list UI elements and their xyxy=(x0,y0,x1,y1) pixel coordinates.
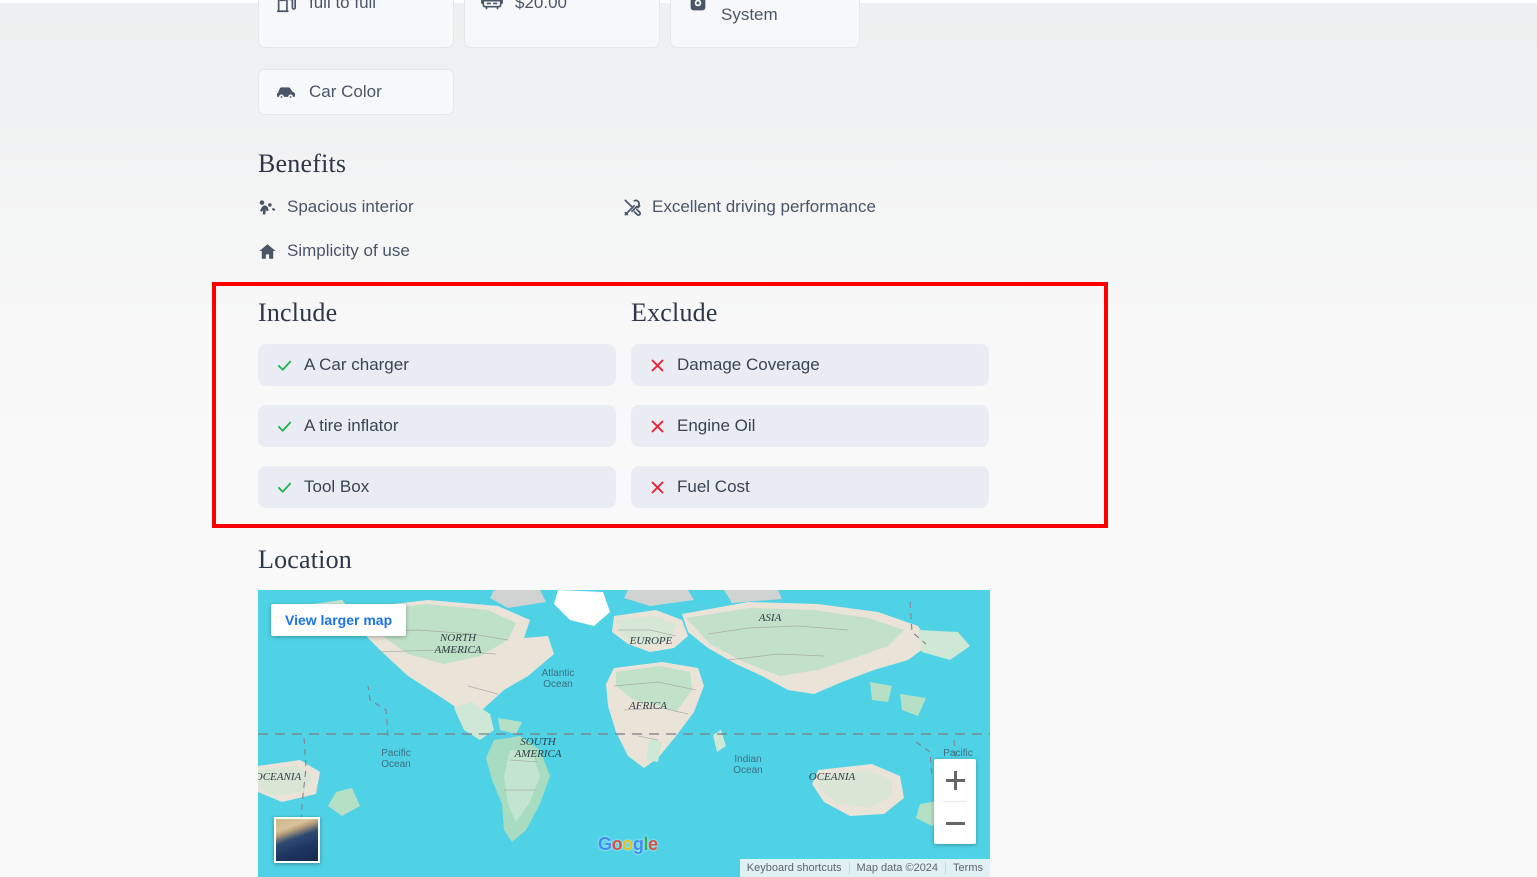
svg-text:Pacific: Pacific xyxy=(381,748,410,759)
svg-text:SOUTH: SOUTH xyxy=(520,736,557,748)
include-item: A tire inflator xyxy=(258,405,616,447)
benefit-label: Spacious interior xyxy=(287,197,414,216)
map-attribution-bar: Keyboard shortcuts Map data ©2024 Terms xyxy=(739,859,990,877)
feature-chip-color-row: Car Color xyxy=(258,69,454,115)
location-heading: Location xyxy=(258,545,353,574)
exclude-item: Fuel Cost xyxy=(631,466,989,508)
include-item-label: A Car charger xyxy=(304,355,409,374)
zoom-out-button[interactable] xyxy=(934,802,976,844)
satellite-view-toggle[interactable] xyxy=(274,817,320,863)
fuel-pump-icon xyxy=(275,0,297,14)
include-item: Tool Box xyxy=(258,466,616,508)
terms-link[interactable]: Terms xyxy=(945,862,990,874)
exclude-item-label: Engine Oil xyxy=(677,416,756,435)
svg-text:OCEANIA: OCEANIA xyxy=(258,771,301,783)
benefit-item-driving-performance: Excellent driving performance xyxy=(623,194,1158,220)
seat-icon xyxy=(258,198,277,217)
exclude-column: Exclude Damage Coverage Engine Oil Fuel … xyxy=(631,298,989,508)
close-icon xyxy=(649,418,666,435)
exclude-item: Damage Coverage xyxy=(631,344,989,386)
benefit-item-simplicity-of-use: Simplicity of use xyxy=(258,238,623,264)
close-icon xyxy=(649,357,666,374)
include-heading: Include xyxy=(258,298,338,327)
feature-chip-car-color[interactable]: Car Color xyxy=(258,69,454,115)
svg-text:AMERICA: AMERICA xyxy=(433,644,481,656)
check-icon xyxy=(276,479,293,496)
map-data-copyright: Map data ©2024 xyxy=(848,862,946,874)
svg-text:Atlantic: Atlantic xyxy=(542,668,575,679)
svg-text:Indian: Indian xyxy=(734,754,761,765)
location-map[interactable]: NORTH AMERICA EUROPE ASIA AFRICA SOUTH A… xyxy=(258,590,990,877)
svg-text:Pacific: Pacific xyxy=(943,748,972,759)
benefits-list: Spacious interior Excellent driving perf… xyxy=(258,194,1158,264)
benefit-label: Excellent driving performance xyxy=(652,197,876,216)
svg-text:AFRICA: AFRICA xyxy=(628,700,667,712)
svg-text:AMERICA: AMERICA xyxy=(513,748,561,760)
feature-chip-sound-system[interactable]: JBL Sound System xyxy=(670,0,860,48)
benefit-item-spacious-interior: Spacious interior xyxy=(258,194,623,220)
close-icon xyxy=(649,479,666,496)
feature-chips-row: full to full $20.00 System xyxy=(258,0,1158,48)
include-item-label: Tool Box xyxy=(304,477,370,496)
svg-text:ASIA: ASIA xyxy=(758,612,782,624)
feature-chip-label: full to full xyxy=(309,0,377,12)
google-logo: Google xyxy=(598,834,658,854)
exclude-item-label: Fuel Cost xyxy=(677,477,750,496)
svg-text:Ocean: Ocean xyxy=(381,759,410,770)
feature-chip-label: JBL Sound System xyxy=(721,5,778,24)
feature-chip-price[interactable]: $20.00 xyxy=(464,0,660,48)
exclude-item-label: Damage Coverage xyxy=(677,355,820,374)
tools-icon xyxy=(623,198,642,217)
view-larger-map-button[interactable]: View larger map xyxy=(271,604,407,636)
svg-text:EUROPE: EUROPE xyxy=(629,635,673,647)
feature-chip-fuel-policy[interactable]: full to full xyxy=(258,0,454,48)
check-icon xyxy=(276,357,293,374)
bus-icon xyxy=(481,0,503,14)
svg-text:Ocean: Ocean xyxy=(543,679,572,690)
svg-text:OCEANIA: OCEANIA xyxy=(809,771,856,783)
feature-chip-label: $20.00 xyxy=(515,0,567,12)
svg-text:Ocean: Ocean xyxy=(733,765,762,776)
include-item: A Car charger xyxy=(258,344,616,386)
listing-detail-content: full to full $20.00 System Car Color Ben… xyxy=(0,0,1537,877)
zoom-in-button[interactable] xyxy=(934,759,976,801)
include-column: Include A Car charger A tire inflator To… xyxy=(258,298,616,508)
benefit-label: Simplicity of use xyxy=(287,241,410,260)
include-item-label: A tire inflator xyxy=(304,416,399,435)
keyboard-shortcuts-link[interactable]: Keyboard shortcuts xyxy=(740,862,849,874)
check-icon xyxy=(276,418,293,435)
benefits-heading: Benefits xyxy=(258,149,347,178)
car-icon xyxy=(275,81,297,103)
exclude-item: Engine Oil xyxy=(631,405,989,447)
svg-text:NORTH: NORTH xyxy=(439,632,477,644)
map-zoom-controls xyxy=(934,759,976,844)
feature-chip-label: Car Color xyxy=(309,82,382,101)
include-exclude-section: Include A Car charger A tire inflator To… xyxy=(258,298,998,508)
speaker-icon xyxy=(687,0,709,14)
home-icon xyxy=(258,242,277,261)
exclude-heading: Exclude xyxy=(631,298,718,327)
